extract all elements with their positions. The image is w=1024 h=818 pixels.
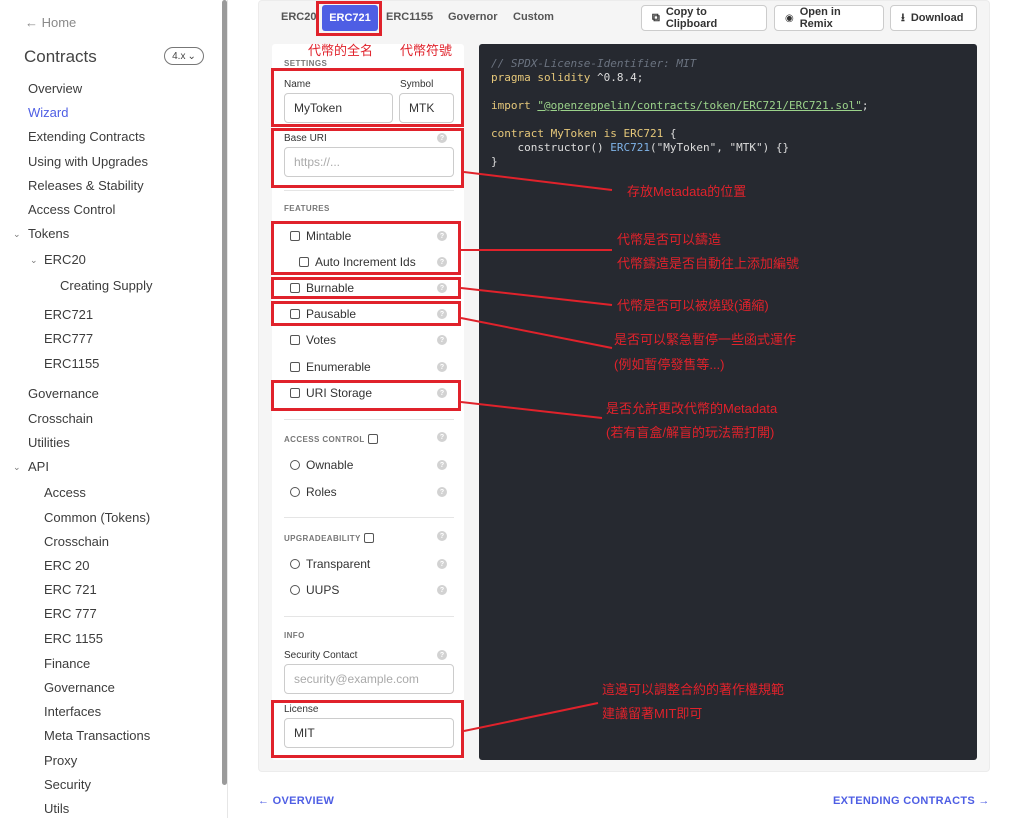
annotation-line [460, 287, 613, 306]
annotation-license-1: 這邊可以調整合約的著作權規範 [602, 682, 785, 697]
annotation-fullname: 代幣的全名 [308, 43, 374, 58]
annotation-pause-1: 是否可以緊急暫停一些函式運作 [614, 332, 797, 347]
annotation-mint-1: 代幣是否可以鑄造 [617, 232, 722, 247]
annotation-license-2: 建議留著MIT即可 [602, 706, 703, 721]
annotation-line [463, 702, 599, 732]
annotation-line [460, 317, 613, 349]
annotation-line [460, 401, 603, 419]
annotation-pause-2: (例如暫停發售等...) [614, 357, 725, 372]
annotation-burn: 代幣是否可以被燒毀(通縮) [617, 298, 769, 313]
annotation-mint-2: 代幣鑄造是否自動往上添加編號 [617, 256, 800, 271]
annotation-uri-2: (若有盲盒/解盲的玩法需打開) [606, 425, 775, 440]
annotation-metadata: 存放Metadata的位置 [627, 184, 747, 199]
annotation-symbol: 代幣符號 [400, 43, 453, 58]
annotation-lines [460, 171, 613, 732]
annotation-uri-1: 是否允許更改代幣的Metadata [606, 401, 778, 416]
annotation-line [463, 171, 613, 191]
